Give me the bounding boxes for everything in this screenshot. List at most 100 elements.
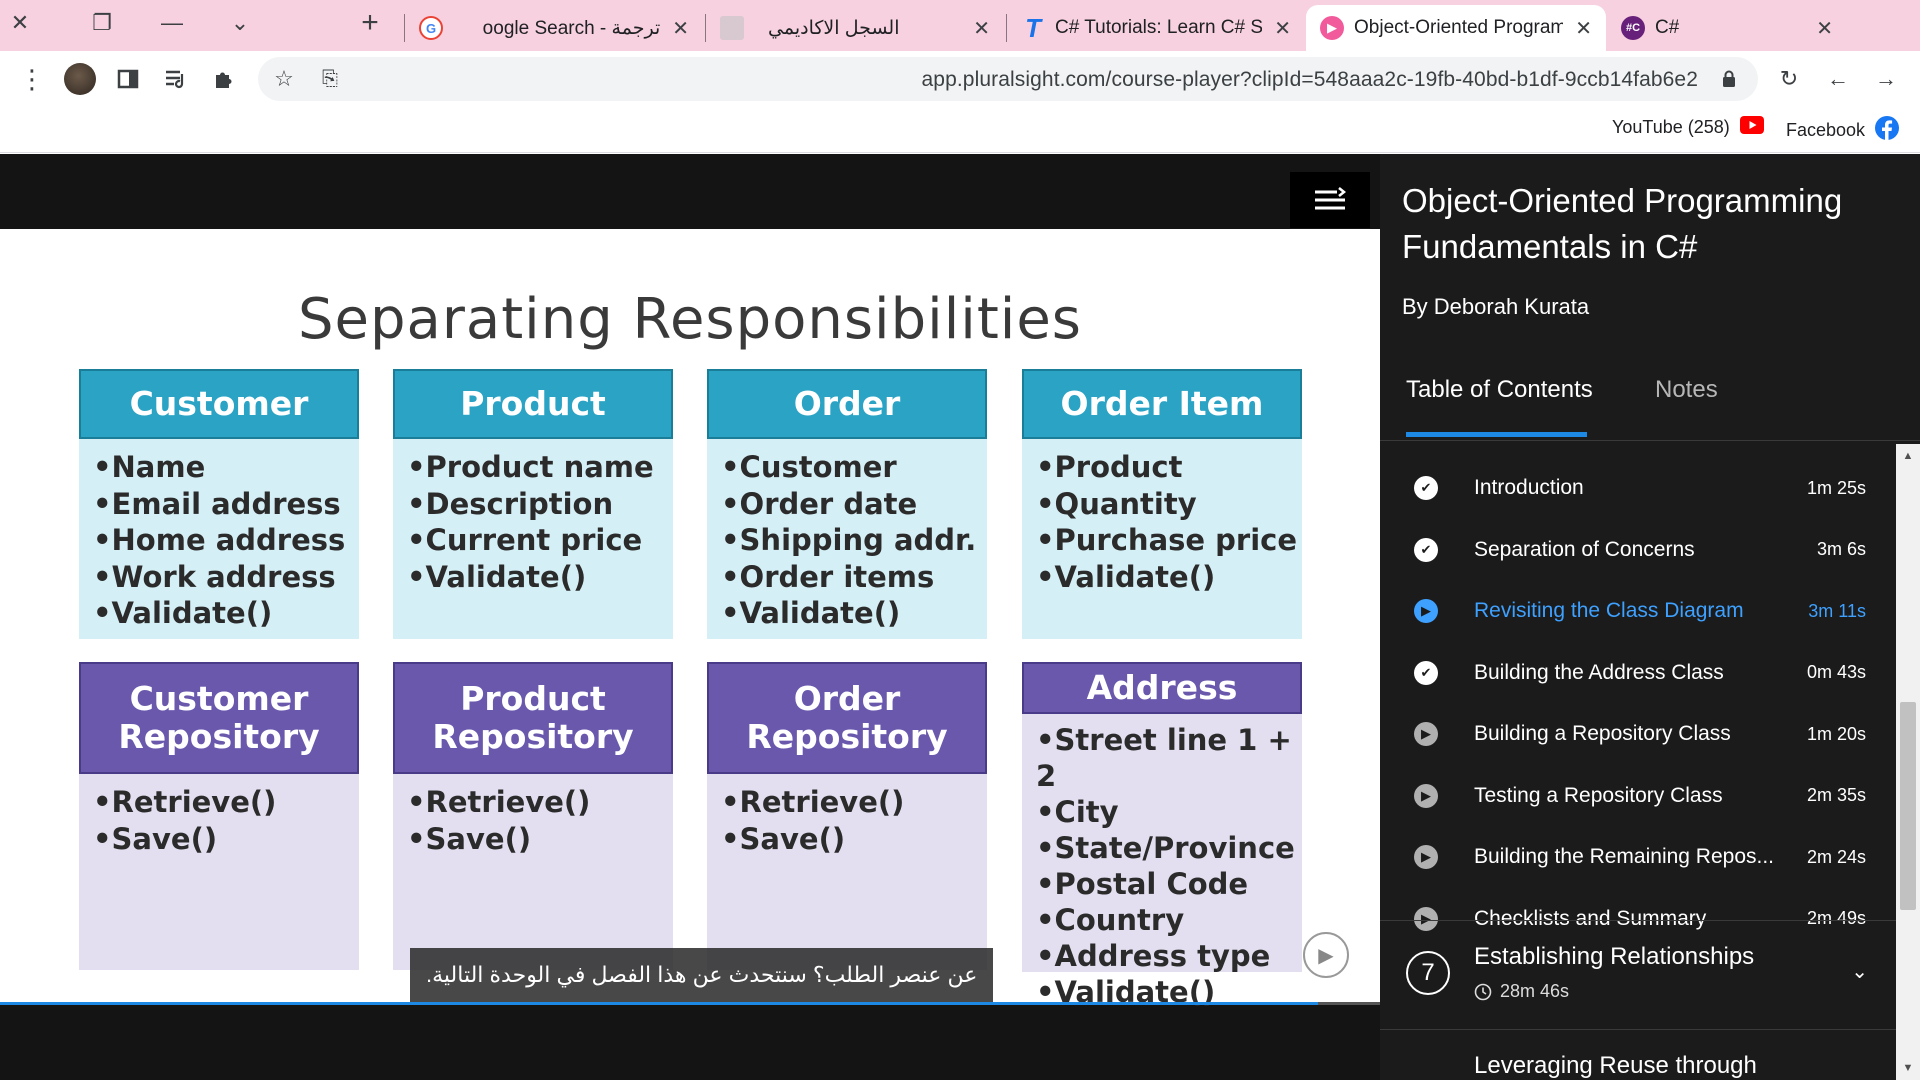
close-tab-icon[interactable]: ✕ xyxy=(973,16,990,41)
tab-csharp-tutorials[interactable]: ✕ C# Tutorials: Learn C# Ste T xyxy=(1007,5,1305,51)
lock-icon[interactable] xyxy=(1722,70,1736,88)
tab-notes[interactable]: Notes xyxy=(1655,376,1718,404)
extensions-puzzle-icon[interactable] xyxy=(208,63,240,95)
card-item: •Email address xyxy=(93,486,341,521)
bookmark-youtube[interactable]: YouTube (258) xyxy=(1612,116,1764,139)
clip-item[interactable]: ▶ Building the Remaining Repos... 2m 24s xyxy=(1380,829,1896,885)
csharp-icon: C# xyxy=(1621,16,1645,40)
next-clip-button[interactable]: ▶ xyxy=(1303,932,1349,978)
card-item: •Retrieve() xyxy=(407,785,591,819)
clip-duration: 3m 6s xyxy=(1816,539,1866,559)
forward-arrow-icon[interactable]: → xyxy=(1870,63,1902,95)
clip-item[interactable]: ▶ Revisiting the Class Diagram 3m 11s xyxy=(1380,583,1896,639)
card-item: •Postal Code xyxy=(1036,867,1249,901)
module-duration: 28m 46s xyxy=(1474,981,1569,1002)
video-progress-fill xyxy=(0,1002,1318,1005)
tab-table-of-contents[interactable]: Table of Contents xyxy=(1406,376,1593,404)
pluralsight-icon: ▶ xyxy=(1320,16,1344,40)
play-next-icon: ▶ xyxy=(1318,944,1334,967)
chevron-down-icon[interactable]: ⌄ xyxy=(1851,959,1868,984)
scroll-down-arrow-icon[interactable]: ▼ xyxy=(1896,1058,1920,1078)
clip-duration: 1m 20s xyxy=(1806,723,1866,744)
clock-icon xyxy=(1474,983,1492,1000)
reading-list-icon[interactable] xyxy=(160,63,192,95)
card-title: Customer Repository xyxy=(79,662,359,774)
tab-label: السجل الاكاديمي xyxy=(768,17,900,39)
new-tab-plus-icon[interactable]: + xyxy=(350,0,390,46)
menu-lines-icon xyxy=(1315,187,1347,210)
card-item: •Work address xyxy=(93,559,336,594)
player-menu-button[interactable] xyxy=(1290,172,1370,228)
clip-item[interactable]: ▶ Building a Repository Class 1m 20s xyxy=(1380,706,1896,762)
course-title: Object-Oriented Programming Fundamentals… xyxy=(1402,182,1843,265)
card-body: •Product •Quantity •Purchase price •Vali… xyxy=(1022,439,1302,639)
scroll-up-arrow-icon[interactable]: ▲ xyxy=(1896,446,1920,466)
tab-search-chevron-icon[interactable]: ⌄ xyxy=(220,0,260,46)
card-item: •Current price xyxy=(407,523,643,557)
card-title: Product xyxy=(393,369,673,439)
clip-title: Building the Address Class xyxy=(1474,660,1724,684)
close-tab-icon[interactable]: ✕ xyxy=(1816,16,1833,41)
more-menu-icon[interactable]: ⋮ xyxy=(16,63,48,95)
close-tab-icon[interactable]: ✕ xyxy=(672,16,689,41)
clip-item[interactable]: ✔ Separation of Concerns 3m 6s xyxy=(1380,522,1896,578)
play-circle-icon: ▶ xyxy=(1414,599,1438,623)
card-title: Order xyxy=(707,369,987,439)
card-item: •Save() xyxy=(407,821,532,856)
check-circle-icon: ✔ xyxy=(1414,660,1438,685)
minimize-window-icon[interactable]: — xyxy=(152,0,192,46)
tab-csharp[interactable]: ✕ C# C# xyxy=(1607,5,1847,51)
url-text[interactable]: app.pluralsight.com/course-player?clipId… xyxy=(922,68,1698,92)
clip-duration: 2m 35s xyxy=(1806,785,1866,805)
card-item: •City xyxy=(1036,795,1119,829)
card-item: •Save() xyxy=(93,821,218,856)
close-tab-icon[interactable]: ✕ xyxy=(1575,16,1592,41)
google-icon: G xyxy=(419,16,443,40)
clip-duration: 1m 25s xyxy=(1806,477,1866,498)
address-bar[interactable]: ☆ ⎘ app.pluralsight.com/course-player?cl… xyxy=(258,57,1758,101)
restore-window-icon[interactable]: ❐ xyxy=(82,0,122,46)
video-progress-bar[interactable] xyxy=(0,1002,1380,1005)
divider xyxy=(1380,1029,1896,1030)
card-item: •Street line 1 + 2 xyxy=(1036,723,1292,793)
bookmark-facebook[interactable]: Facebook xyxy=(1786,116,1900,145)
close-window-icon[interactable]: ✕ xyxy=(0,0,40,46)
tab-label: C# Tutorials: Learn C# Ste xyxy=(1055,17,1263,38)
entity-card-order-item: Order Item •Product •Quantity •Purchase … xyxy=(1022,369,1302,639)
course-author: By Deborah Kurata xyxy=(1402,294,1590,319)
side-panel-icon[interactable] xyxy=(112,63,144,95)
clip-title: Testing a Repository Class xyxy=(1474,783,1723,807)
close-tab-icon[interactable]: ✕ xyxy=(1274,16,1291,41)
card-item: •Product xyxy=(1036,450,1183,484)
reload-icon[interactable]: ↻ xyxy=(1773,63,1805,95)
back-arrow-icon[interactable]: ← xyxy=(1822,63,1854,95)
sidebar-scrollbar-thumb[interactable] xyxy=(1900,702,1916,910)
tab-academic-record[interactable]: ✕ السجل الاكاديمي xyxy=(706,5,1004,51)
clip-item[interactable]: ✔ Building the Address Class 0m 43s xyxy=(1380,645,1896,701)
share-icon[interactable]: ⎘ xyxy=(314,63,346,95)
play-circle-icon: ▶ xyxy=(1414,722,1438,746)
module-number-badge: 7 xyxy=(1406,951,1450,995)
card-item: •Name xyxy=(93,450,206,484)
card-item: •Order date xyxy=(721,486,918,521)
entity-card-address: Address •Street line 1 + 2 •City •State/… xyxy=(1022,662,1302,1009)
tab-label: Object-Oriented Program xyxy=(1354,17,1564,38)
video-player[interactable]: Separating Responsibilities Customer •Na… xyxy=(0,154,1380,1080)
tab-google-search[interactable]: ✕ ترجمة - Google Search G xyxy=(405,5,703,51)
card-item: •Purchase price xyxy=(1036,523,1298,557)
card-body: •Retrieve() •Save() xyxy=(707,774,987,970)
clip-item[interactable]: ▶ Testing a Repository Class 2m 35s xyxy=(1380,768,1896,824)
tutorials-icon: T xyxy=(1025,12,1041,43)
card-body: •Product name •Description •Current pric… xyxy=(393,439,673,639)
module-title[interactable]: Leveraging Reuse through xyxy=(1474,1052,1757,1080)
play-circle-icon: ▶ xyxy=(1414,783,1438,808)
clip-item[interactable]: ✔ Introduction 1m 25s xyxy=(1380,460,1896,516)
card-body: •Retrieve() •Save() xyxy=(79,774,359,970)
clip-title: Separation of Concerns xyxy=(1474,537,1695,561)
repository-card-customer: Customer Repository •Retrieve() •Save() xyxy=(79,662,359,970)
bookmark-star-icon[interactable]: ☆ xyxy=(268,63,300,95)
card-body: •Customer •Order date •Shipping addr. •O… xyxy=(707,439,987,639)
profile-avatar[interactable] xyxy=(64,63,96,95)
tab-object-oriented-programming[interactable]: ✕ Object-Oriented Program ▶ xyxy=(1306,5,1606,51)
module-header-7[interactable]: 7 Establishing Relationships 28m 46s ⌄ xyxy=(1380,921,1896,1029)
